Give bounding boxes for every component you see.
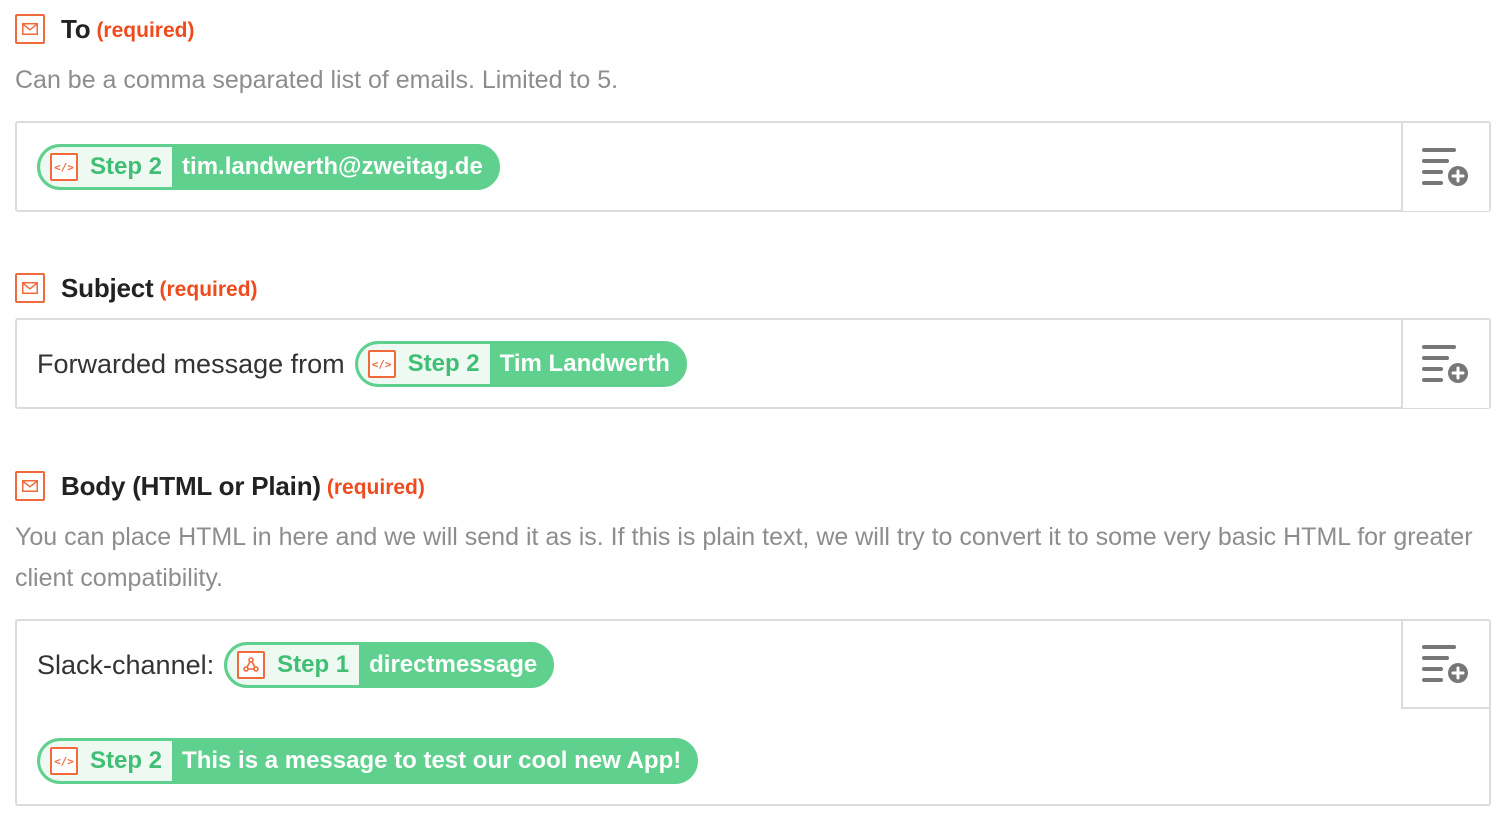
pill-step-part: </> Step 2 [40, 741, 173, 781]
pill-value: tim.landwerth@zweitag.de [182, 153, 483, 180]
body-step1-pill[interactable]: Step 1 directmessage [224, 642, 555, 688]
pill-step-label: Step 2 [90, 747, 163, 774]
webhook-icon [237, 651, 266, 679]
code-icon: </> [367, 350, 396, 378]
body-step2-pill[interactable]: </> Step 2 This is a message to test our… [37, 738, 699, 784]
code-icon: </> [50, 153, 78, 181]
subject-input[interactable]: Forwarded message from </> Step 2 Tim La… [15, 318, 1491, 409]
pill-step-label: Step 1 [277, 651, 350, 678]
envelope-icon [15, 471, 45, 501]
pill-value: This is a message to test our cool new A… [182, 747, 682, 774]
pill-step-label: Step 2 [407, 350, 480, 377]
to-help-text: Can be a comma separated list of emails.… [15, 66, 619, 94]
envelope-icon [15, 273, 45, 303]
to-insert-data-button[interactable] [1401, 123, 1489, 211]
envelope-icon [15, 14, 45, 44]
pill-step-part: </> Step 2 [40, 147, 173, 187]
pill-step-part: Step 1 [227, 645, 360, 685]
pill-step-part: </> Step 2 [357, 344, 490, 384]
subject-step-pill[interactable]: </> Step 2 Tim Landwerth [354, 341, 687, 387]
to-step-pill[interactable]: </> Step 2 tim.landwerth@zweitag.de [37, 144, 500, 190]
subject-label: Subject [61, 272, 154, 303]
subject-insert-data-button[interactable] [1401, 320, 1489, 408]
body-input[interactable]: Slack-channel: Step 1 directmessage </> … [15, 619, 1491, 806]
to-required-marker: (required) [96, 19, 195, 42]
body-prefix-text: Slack-channel: [37, 649, 215, 680]
pill-value: Tim Landwerth [499, 350, 670, 377]
to-field-header: To (required) [15, 13, 194, 45]
body-insert-data-button[interactable] [1401, 621, 1489, 709]
list-add-icon [1422, 645, 1468, 683]
code-icon: </> [50, 747, 78, 775]
to-input[interactable]: </> Step 2 tim.landwerth@zweitag.de [15, 121, 1491, 212]
to-label: To [61, 13, 91, 44]
list-add-icon [1422, 148, 1468, 186]
subject-required-marker: (required) [159, 278, 258, 301]
body-required-marker: (required) [326, 476, 425, 499]
subject-prefix-text: Forwarded message from [37, 348, 345, 379]
pill-value: directmessage [369, 651, 538, 678]
pill-step-label: Step 2 [90, 153, 163, 180]
body-help-text: You can place HTML in here and we will s… [15, 523, 1473, 592]
subject-field-header: Subject (required) [15, 272, 258, 304]
body-label: Body (HTML or Plain) [61, 470, 321, 501]
body-field-header: Body (HTML or Plain) (required) [15, 470, 425, 502]
list-add-icon [1422, 345, 1468, 383]
